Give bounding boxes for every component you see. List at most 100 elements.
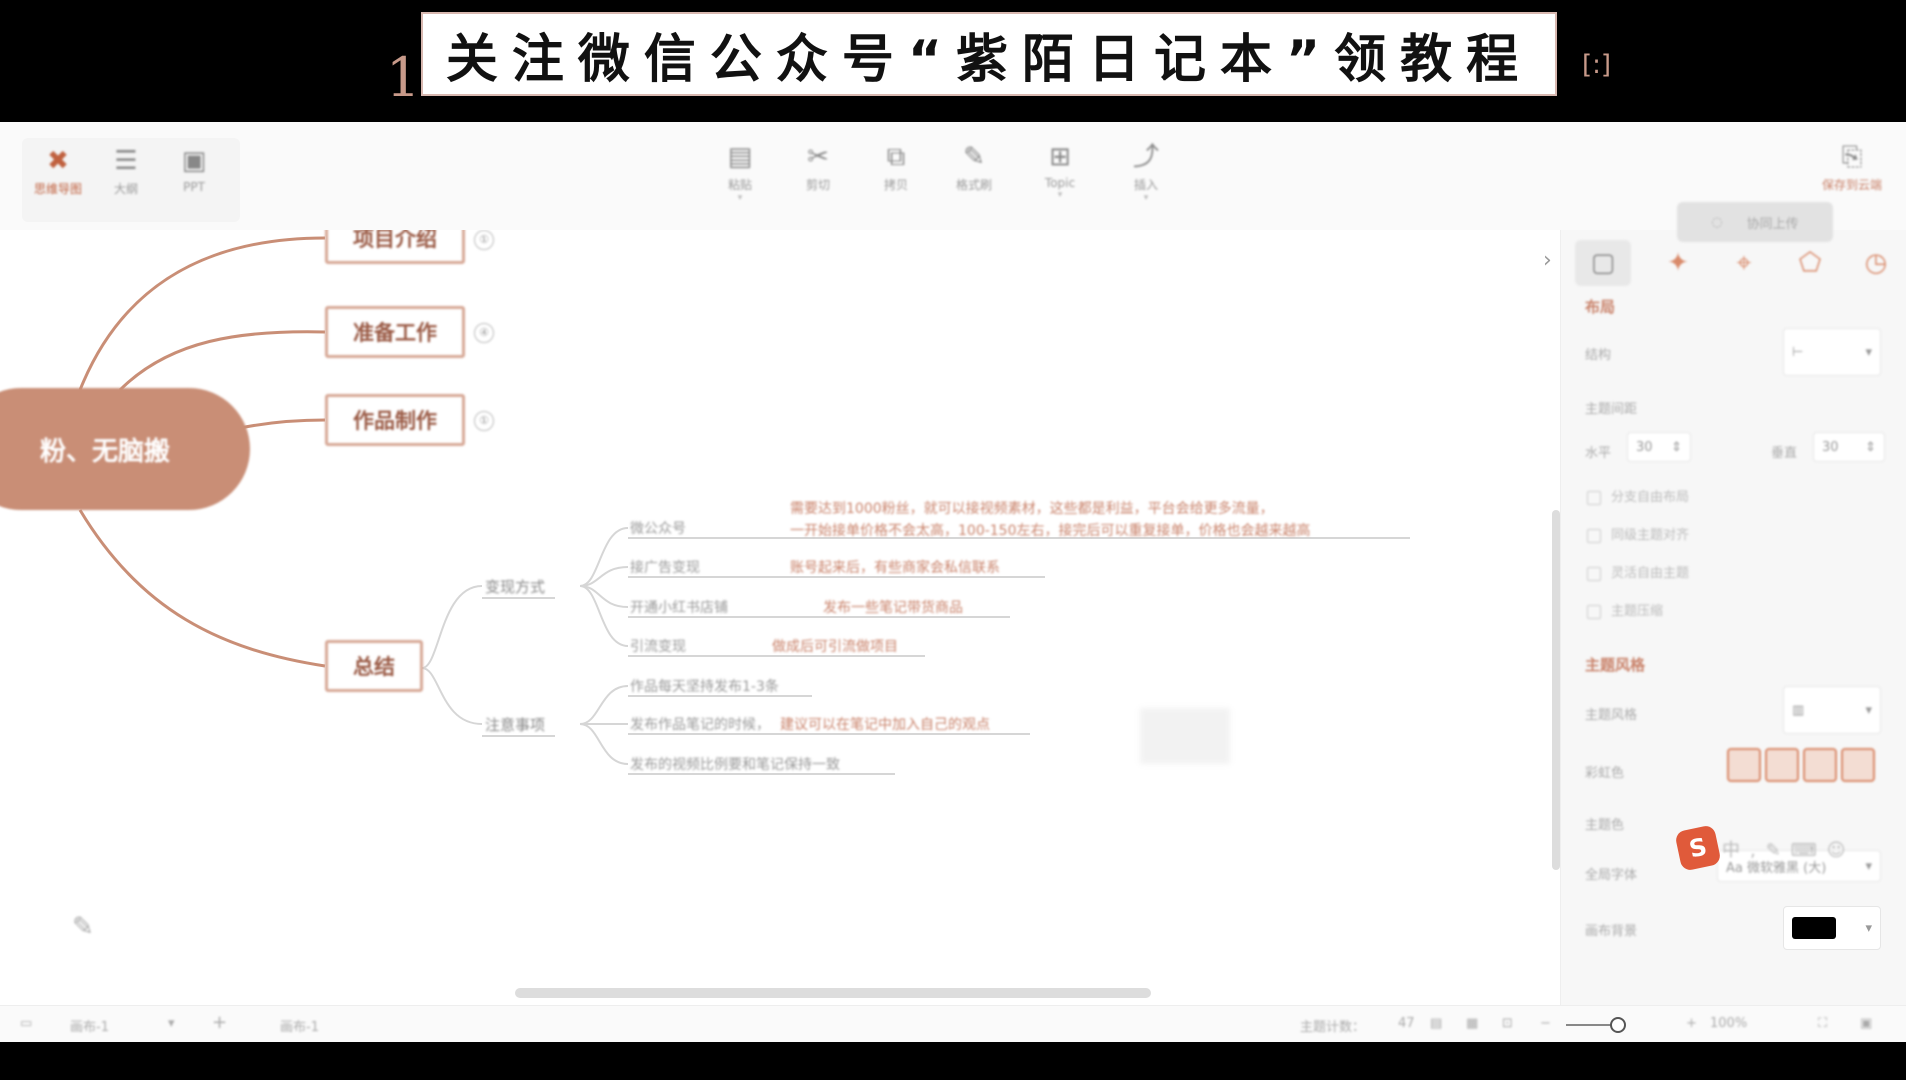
banner-text: 关注微信公众号“紫陌日记本”领教程 bbox=[445, 29, 1533, 90]
sheet-select[interactable]: 画布-1 bbox=[70, 1016, 109, 1035]
stepper-icon: ⇕ bbox=[1671, 439, 1682, 455]
cloud-save-button[interactable]: ⎘ 保存到云端 bbox=[1812, 140, 1892, 193]
outline-view-icon[interactable]: ▤ bbox=[1430, 1016, 1442, 1031]
view-ppt-button[interactable]: ▣ PPT bbox=[164, 144, 224, 194]
leaf-topic[interactable]: 发布作品笔记的时候， bbox=[630, 714, 770, 734]
branch-production[interactable]: 作品制作 bbox=[325, 394, 465, 446]
banner-right-glyph: [:] bbox=[1582, 50, 1612, 80]
topic-count-badge[interactable]: ① bbox=[474, 411, 494, 431]
leaf-topic[interactable]: 微公众号 bbox=[630, 518, 686, 538]
style-tab[interactable]: ▢ bbox=[1575, 240, 1631, 286]
font-label: 全局字体 bbox=[1585, 868, 1638, 883]
canvas-color-picker[interactable]: ▾ bbox=[1783, 906, 1881, 950]
topic-count-badge[interactable]: ④ bbox=[474, 323, 494, 343]
insert-button[interactable]: ⤴ 插入 ▾ bbox=[1116, 140, 1176, 203]
leaf-detail[interactable]: 发布一些笔记带货商品 bbox=[823, 597, 963, 617]
copy-button[interactable]: ⧉ 拷贝 bbox=[866, 140, 926, 193]
view-outline-button[interactable]: ☰ 大纲 bbox=[96, 144, 156, 197]
leaf-detail[interactable]: 需要达到1000粉丝，就可以接视频素材，这些都是利益，平台会给更多流量， bbox=[790, 498, 1274, 518]
view-mindmap-button[interactable]: ✖ 思维导图 bbox=[28, 144, 88, 197]
topic-count-value: 47 bbox=[1398, 1016, 1415, 1031]
horizontal-spacing-input[interactable]: 30 ⇕ bbox=[1627, 432, 1691, 462]
canvas-list-icon[interactable]: ▭ bbox=[20, 1016, 32, 1031]
leaf-detail[interactable]: 账号起来后，有些商家会私信联系 bbox=[790, 557, 1000, 577]
connector-lines bbox=[78, 236, 1410, 775]
chevron-down-icon: ▾ bbox=[1865, 920, 1872, 936]
subtopic-monetization[interactable]: 变现方式 bbox=[485, 576, 545, 597]
add-sheet-button[interactable]: + bbox=[212, 1012, 227, 1033]
present-icon[interactable]: ▣ bbox=[1860, 1016, 1872, 1031]
format-brush-icon: ✎ bbox=[963, 142, 985, 172]
theme-select[interactable]: ▥ ▾ bbox=[1783, 686, 1881, 734]
chevron-right-icon[interactable]: › bbox=[1543, 248, 1552, 273]
ai-tab[interactable]: ✦ bbox=[1661, 246, 1695, 280]
cut-button[interactable]: ✂ 剪切 bbox=[788, 140, 848, 193]
pen-tool-icon[interactable]: ✎ bbox=[72, 912, 94, 942]
branch-summary[interactable]: 总结 bbox=[325, 640, 423, 692]
leaf-detail[interactable]: 做成后可引流做项目 bbox=[772, 636, 898, 656]
checkbox-free-topic[interactable]: 灵活自由主题 bbox=[1587, 562, 1689, 581]
paste-button[interactable]: ▤ 粘贴 ▾ bbox=[710, 140, 770, 203]
fullscreen-icon[interactable]: ⛶ bbox=[1818, 1016, 1827, 1031]
collab-upload[interactable]: ◌ 协同上传 bbox=[1677, 202, 1833, 242]
theme-swatch[interactable] bbox=[1803, 748, 1837, 782]
video-bottom-bar bbox=[0, 1042, 1906, 1080]
leaf-topic[interactable]: 引流变现 bbox=[630, 636, 686, 656]
promo-banner: 关注微信公众号“紫陌日记本”领教程 bbox=[421, 12, 1557, 96]
mindmap-canvas[interactable]: 粉、无脑搬 项目介绍 ① 准备工作 ④ 作品制作 ① 总结 变现方式 注意事项 … bbox=[0, 230, 1560, 1005]
zoom-slider[interactable] bbox=[1566, 1024, 1616, 1026]
branch-preparation[interactable]: 准备工作 bbox=[325, 306, 465, 358]
branch-project-intro[interactable]: 项目介绍 bbox=[325, 230, 465, 264]
fit-view-icon[interactable]: ⊡ bbox=[1502, 1016, 1513, 1031]
canvas-color-swatch bbox=[1792, 917, 1836, 939]
chevron-down-icon: ▾ bbox=[1143, 193, 1149, 203]
leaf-topic[interactable]: 发布的视频比例要和笔记保持一致 bbox=[630, 754, 840, 774]
structure-select[interactable]: ⊢ ▾ bbox=[1783, 328, 1881, 376]
status-bar: ▭ 画布-1 ▾ + 画布-1 主题计数： 47 ▤ ▦ ⊡ − + 100% … bbox=[0, 1005, 1906, 1043]
scissors-icon: ✂ bbox=[807, 142, 829, 172]
horizontal-scrollbar[interactable] bbox=[515, 988, 1151, 998]
leaf-detail[interactable]: 建议可以在笔记中加入自己的观点 bbox=[780, 714, 990, 734]
ime-toolbar[interactable]: 中,✎⌨☺ bbox=[1722, 836, 1856, 862]
canvas-bg-label: 画布背景 bbox=[1585, 924, 1638, 939]
style-header: 主题风格 bbox=[1585, 656, 1646, 674]
vertical-label: 垂直 bbox=[1771, 446, 1798, 461]
vertical-spacing-input[interactable]: 30 ⇕ bbox=[1813, 432, 1885, 462]
format-brush-button[interactable]: ✎ 格式刷 bbox=[944, 140, 1004, 193]
checkbox-align-siblings[interactable]: 同级主题对齐 bbox=[1587, 524, 1689, 543]
checkbox-compact[interactable]: 主题压缩 bbox=[1587, 600, 1663, 619]
layout-header: 布局 bbox=[1585, 298, 1616, 316]
zoom-level[interactable]: 100% bbox=[1710, 1016, 1747, 1031]
sticker-tab[interactable]: ⬠ bbox=[1793, 246, 1827, 280]
zoom-slider-handle[interactable] bbox=[1610, 1017, 1626, 1033]
clock-tab[interactable]: ◷ bbox=[1859, 246, 1893, 280]
banner-number: 1 bbox=[386, 46, 421, 109]
subtopic-notes[interactable]: 注意事项 bbox=[485, 714, 545, 735]
checkbox-free-layout[interactable]: 分支自由布局 bbox=[1587, 486, 1689, 505]
collab-avatar: ◌ bbox=[1711, 214, 1723, 230]
grid-view-icon[interactable]: ▦ bbox=[1466, 1016, 1478, 1031]
leaf-topic[interactable]: 接广告变现 bbox=[630, 557, 700, 577]
topic-icon: ⊞ bbox=[1049, 142, 1071, 172]
leaf-topic[interactable]: 作品每天坚持发布1-3条 bbox=[630, 676, 779, 696]
sheet-tab[interactable]: 画布-1 bbox=[280, 1016, 319, 1035]
central-topic[interactable]: 粉、无脑搬 bbox=[0, 388, 250, 510]
theme-swatch[interactable] bbox=[1727, 748, 1761, 782]
chevron-down-icon: ▾ bbox=[1057, 190, 1063, 200]
topic-button[interactable]: ⊞ Topic ▾ bbox=[1030, 140, 1090, 200]
chevron-down-icon: ▾ bbox=[1865, 344, 1872, 360]
mindmap-icon: ✖ bbox=[47, 146, 69, 176]
leaf-detail[interactable]: 一开始接单价格不会太高，100-150左右，接完后可以重复接单，价格也会越来越高 bbox=[790, 520, 1311, 540]
structure-icon: ⊢ bbox=[1792, 344, 1804, 360]
theme-swatch[interactable] bbox=[1765, 748, 1799, 782]
vertical-scrollbar[interactable] bbox=[1552, 510, 1560, 870]
marker-tab[interactable]: ⌖ bbox=[1727, 246, 1761, 280]
zoom-in-icon[interactable]: + bbox=[1686, 1016, 1697, 1031]
zoom-out-icon[interactable]: − bbox=[1540, 1016, 1551, 1031]
theme-swatch[interactable] bbox=[1841, 748, 1875, 782]
horizontal-label: 水平 bbox=[1585, 446, 1612, 461]
chevron-down-icon[interactable]: ▾ bbox=[168, 1016, 175, 1031]
chevron-down-icon: ▾ bbox=[737, 193, 743, 203]
topic-count-badge[interactable]: ① bbox=[474, 230, 494, 250]
leaf-topic[interactable]: 开通小红书店铺 bbox=[630, 597, 728, 617]
